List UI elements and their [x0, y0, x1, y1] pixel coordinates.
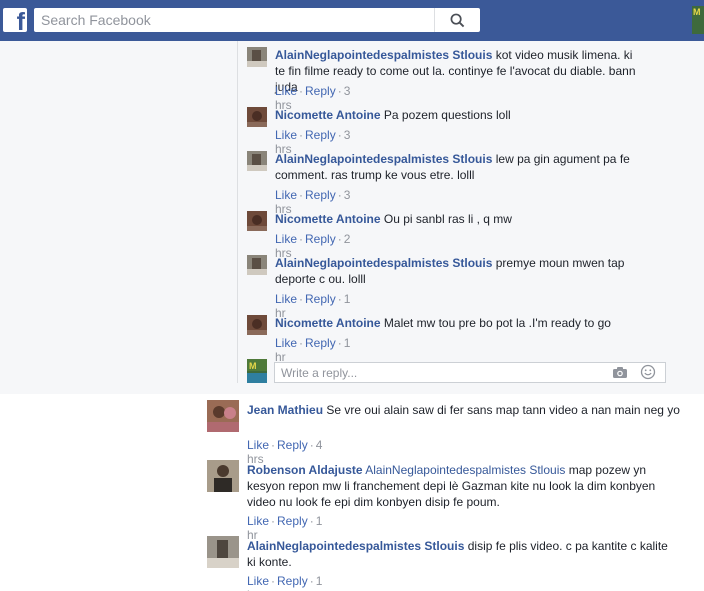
reply-text-block: Nicomette Antoine Malet mw tou pre bo po… [275, 315, 645, 331]
reply-text: Pa pozem questions loll [383, 108, 511, 122]
reply-link[interactable]: Reply [277, 574, 308, 588]
comment-text-block: Jean Mathieu Se vre oui alain saw di fer… [247, 402, 692, 418]
like-link[interactable]: Like [247, 574, 269, 588]
comment-text: Se vre oui alain saw di fer sans map tan… [326, 403, 680, 417]
like-link[interactable]: Like [275, 128, 297, 142]
reply-actions: Like · Reply · 1 hr [275, 336, 351, 364]
avatar[interactable] [207, 536, 239, 568]
reply-text: Malet mw tou pre bo pot la .I'm ready to… [383, 316, 611, 330]
reply-author-link[interactable]: AlainNeglapointedespalmistes Stlouis [275, 48, 492, 62]
emoji-icon[interactable] [640, 364, 656, 380]
reply-text-block: Nicomette Antoine Pa pozem questions lol… [275, 107, 645, 123]
comments-panel: AlainNeglapointedespalmistes Stlouis kot… [0, 41, 704, 591]
reply-input[interactable] [281, 365, 601, 381]
facebook-logo-icon[interactable]: f [3, 8, 27, 35]
avatar[interactable] [247, 107, 267, 127]
avatar[interactable] [247, 315, 267, 335]
search-button[interactable] [434, 8, 480, 32]
like-link[interactable]: Like [247, 438, 269, 452]
reply-input-box [274, 362, 666, 383]
avatar[interactable] [247, 47, 267, 67]
avatar[interactable] [247, 255, 267, 275]
search-box [34, 8, 480, 32]
tagged-user-link[interactable]: AlainNeglapointedespalmistes Stlouis [365, 463, 565, 477]
like-link[interactable]: Like [275, 188, 297, 202]
reply-link[interactable]: Reply [305, 128, 336, 142]
reply-text: Ou pi sanbl ras li , q mw [383, 212, 512, 226]
reply-link[interactable]: Reply [277, 514, 308, 528]
avatar[interactable] [247, 211, 267, 231]
like-link[interactable]: Like [275, 292, 297, 306]
reply-link[interactable]: Reply [305, 84, 336, 98]
search-icon [450, 13, 465, 27]
search-input[interactable] [41, 11, 431, 29]
avatar[interactable] [207, 460, 239, 492]
comment-author-link[interactable]: AlainNeglapointedespalmistes Stlouis [247, 539, 464, 553]
thread-divider [237, 41, 238, 383]
avatar[interactable] [247, 151, 267, 171]
reply-link[interactable]: Reply [305, 292, 336, 306]
reply-author-link[interactable]: AlainNeglapointedespalmistes Stlouis [275, 256, 492, 270]
comment-text-block: AlainNeglapointedespalmistes Stlouis dis… [247, 538, 675, 570]
camera-icon[interactable] [612, 366, 628, 379]
reply-link[interactable]: Reply [277, 438, 308, 452]
comment-actions: Like·Reply·1 hr [247, 574, 322, 591]
comment-text-block: Robenson Aldajuste AlainNeglapointedespa… [247, 462, 675, 510]
avatar[interactable] [207, 400, 239, 432]
comment-author-link[interactable]: Jean Mathieu [247, 403, 323, 417]
profile-avatar[interactable]: M [692, 6, 704, 34]
top-bar: f M [0, 0, 704, 41]
comment-author-link[interactable]: Robenson Aldajuste [247, 463, 363, 477]
avatar: M [247, 359, 267, 383]
like-link[interactable]: Like [275, 84, 297, 98]
reply-text-block: Nicomette Antoine Ou pi sanbl ras li , q… [275, 211, 645, 227]
reply-author-link[interactable]: Nicomette Antoine [275, 108, 381, 122]
reply-link[interactable]: Reply [305, 232, 336, 246]
like-link[interactable]: Like [275, 232, 297, 246]
reply-link[interactable]: Reply [305, 336, 336, 350]
reply-text-block: AlainNeglapointedespalmistes Stlouis pre… [275, 255, 625, 287]
composer-avatar-text: M [249, 361, 257, 371]
reply-author-link[interactable]: Nicomette Antoine [275, 212, 381, 226]
reply-text-block: AlainNeglapointedespalmistes Stlouis lew… [275, 151, 645, 183]
like-link[interactable]: Like [275, 336, 297, 350]
reply-author-link[interactable]: Nicomette Antoine [275, 316, 381, 330]
reply-author-link[interactable]: AlainNeglapointedespalmistes Stlouis [275, 152, 492, 166]
reply-link[interactable]: Reply [305, 188, 336, 202]
like-link[interactable]: Like [247, 514, 269, 528]
